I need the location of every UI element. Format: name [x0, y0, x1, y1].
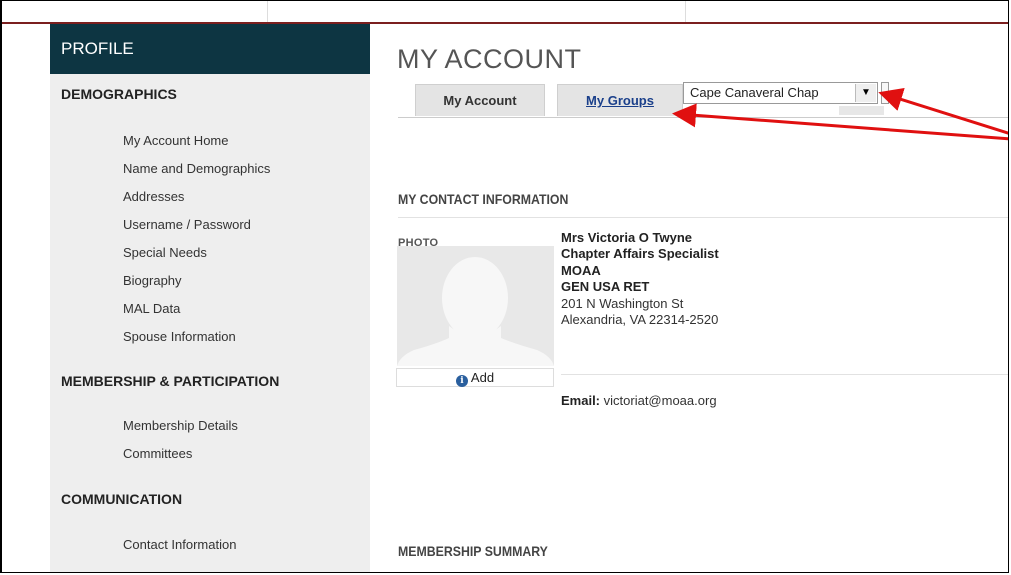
membership-section-divider	[398, 572, 793, 573]
screenshot-frame: PROFILE DEMOGRAPHICS My Account Home Nam…	[0, 0, 1009, 573]
annotation-arrow-to-group-select	[878, 87, 1008, 135]
annotation-arrows	[672, 87, 1008, 141]
